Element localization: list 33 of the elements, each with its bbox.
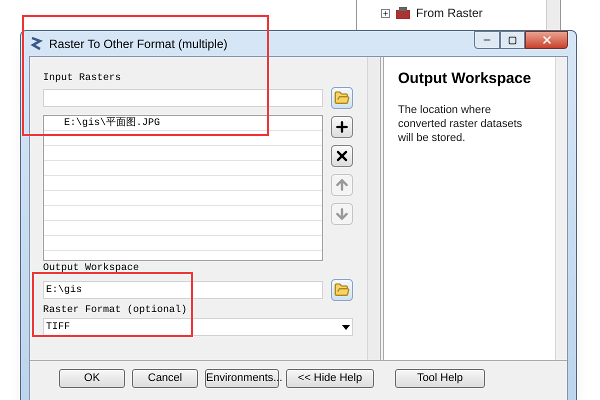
list-button[interactable] [331,116,353,138]
dialog-button[interactable]: << Hide Help [286,369,374,388]
format-dropdown[interactable]: TIFF [43,318,353,336]
field-label: Raster Format (optional) [43,304,188,318]
input-field[interactable]: E:\gis [43,281,323,299]
window-title: Raster To Other Format (multiple) [49,36,228,52]
folder-icon [334,282,350,298]
list-button[interactable] [331,145,353,167]
close-icon [334,148,350,164]
field-label: Input Rasters [43,72,122,86]
help-text: The location where converted raster datasets will be stored. [398,102,524,144]
maximize-button[interactable] [500,31,525,49]
help-title: Output Workspace [398,69,532,89]
dialog-button[interactable]: Tool Help [395,369,485,388]
dialog-button[interactable]: Environments... [205,369,279,388]
browse-button[interactable] [331,279,353,301]
close-button[interactable] [525,31,568,49]
expand-toggle[interactable] [381,8,390,18]
close-icon [540,34,552,46]
tree-item-label: From Raster [416,5,483,22]
input-field[interactable] [43,89,323,107]
toolbox-icon [395,6,411,20]
maximize-icon [508,36,517,44]
plus-icon [382,10,389,16]
dialog-button[interactable]: Cancel [132,369,198,388]
plus-icon [334,119,350,135]
folder-icon [334,90,350,106]
browse-button[interactable] [331,87,353,109]
field-label: Output Workspace [43,263,140,275]
tool-icon [29,36,43,52]
dialog-button[interactable]: OK [59,369,125,388]
list-row-text[interactable]: E:\gis\平面图.JPG [64,116,160,130]
caret-icon [342,324,350,330]
